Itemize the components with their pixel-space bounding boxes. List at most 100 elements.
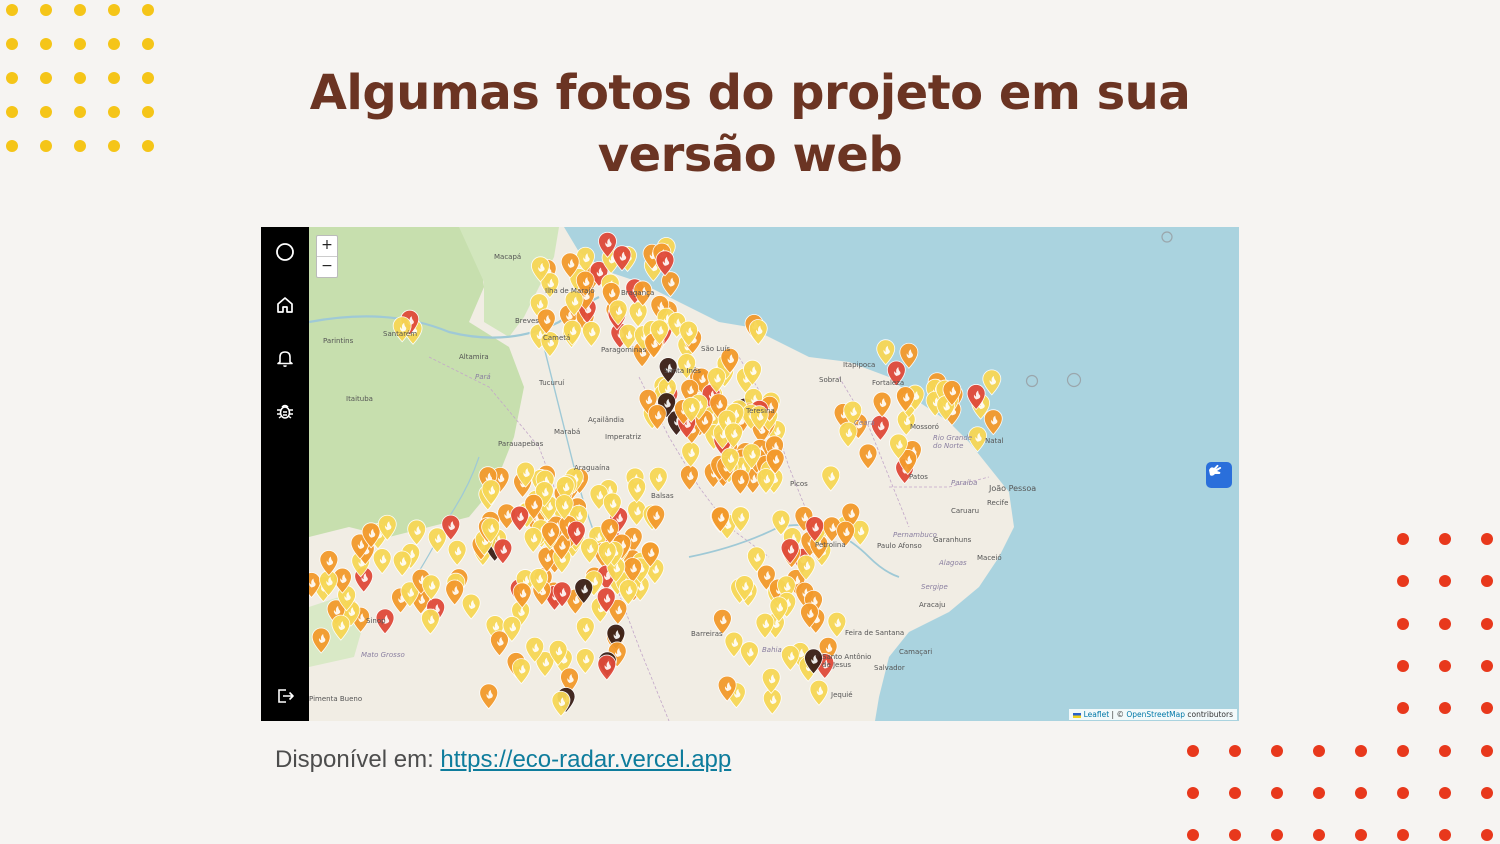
decorative-dot bbox=[142, 72, 154, 84]
place-label: Paragominas bbox=[601, 346, 647, 354]
decorative-dot bbox=[1313, 829, 1325, 842]
decorative-dot bbox=[1481, 786, 1493, 799]
decorative-dot bbox=[1271, 829, 1283, 842]
decorative-dot bbox=[40, 72, 52, 84]
decorative-dot bbox=[1229, 744, 1241, 757]
decorative-dot bbox=[1439, 533, 1451, 545]
decorative-dot bbox=[1439, 702, 1451, 715]
footer-label: Disponível em: bbox=[275, 746, 434, 773]
place-label: Pará bbox=[475, 373, 491, 381]
decorative-dot bbox=[1481, 533, 1493, 545]
decorative-dot bbox=[40, 38, 52, 50]
decorative-dot bbox=[74, 4, 86, 16]
decorative-dot bbox=[1271, 744, 1283, 757]
decorative-dot bbox=[6, 4, 18, 16]
place-label: Aracaju bbox=[919, 601, 946, 609]
decorative-dot bbox=[1229, 786, 1241, 799]
place-label: Jequié bbox=[831, 691, 853, 699]
decorative-dot bbox=[108, 72, 120, 84]
bug-icon[interactable] bbox=[274, 400, 296, 422]
decorative-dot bbox=[142, 106, 154, 118]
place-label: Mossoró bbox=[910, 423, 939, 431]
decorative-dot bbox=[1187, 744, 1199, 757]
place-label: Rio Grande do Norte bbox=[933, 434, 973, 450]
osm-link[interactable]: OpenStreetMap bbox=[1126, 710, 1185, 719]
decorative-dot bbox=[1397, 575, 1409, 588]
place-label: Açailândia bbox=[588, 416, 625, 424]
decorative-dot bbox=[1187, 829, 1199, 842]
place-label: Imperatriz bbox=[605, 433, 642, 441]
decorative-dot bbox=[1439, 575, 1451, 588]
place-label: Sinop bbox=[366, 617, 386, 625]
place-label: Balsas bbox=[651, 492, 674, 500]
slide-title: Algumas fotos do projeto em sua versão w… bbox=[309, 65, 1191, 183]
place-label: Mato Grosso bbox=[361, 651, 405, 659]
place-label: Ceará bbox=[854, 419, 875, 427]
place-label: Garanhuns bbox=[933, 536, 972, 544]
place-label: Picos bbox=[790, 480, 808, 488]
decorative-dot bbox=[108, 4, 120, 16]
decorative-dot bbox=[142, 140, 154, 152]
place-label: Sobral bbox=[819, 376, 842, 384]
decorative-dot bbox=[1271, 786, 1283, 799]
place-label: Itapipoca bbox=[843, 361, 876, 369]
app-screenshot: Macapá Ilha de Marajó Bragança Breves Sa… bbox=[261, 227, 1239, 721]
place-label: Paulo Afonso bbox=[877, 542, 922, 550]
decorative-dot bbox=[1397, 533, 1409, 545]
sidebar bbox=[261, 227, 309, 721]
decorative-dot bbox=[1355, 829, 1367, 842]
decorative-dot bbox=[74, 72, 86, 84]
place-label: Camaçari bbox=[899, 648, 933, 656]
place-label: Petrolina bbox=[815, 541, 846, 549]
place-label: Cametá bbox=[543, 334, 571, 342]
place-label: Parintins bbox=[323, 337, 354, 345]
decorative-dot bbox=[1481, 744, 1493, 757]
ukraine-flag-icon bbox=[1073, 712, 1082, 718]
decorative-dot bbox=[142, 4, 154, 16]
zoom-in-button[interactable]: + bbox=[317, 236, 337, 256]
place-label: Itaituba bbox=[346, 395, 373, 403]
decorative-dot bbox=[1481, 702, 1493, 715]
place-label: Barreiras bbox=[691, 630, 723, 638]
leaflet-link[interactable]: Leaflet bbox=[1084, 710, 1110, 719]
decorative-dot bbox=[1481, 575, 1493, 588]
sign-language-icon bbox=[1209, 464, 1222, 476]
bell-icon[interactable] bbox=[274, 347, 296, 369]
decorative-dot bbox=[1481, 617, 1493, 630]
decorative-dot bbox=[40, 140, 52, 152]
decorative-dot bbox=[1397, 744, 1409, 757]
place-label: Feira de Santana bbox=[845, 629, 905, 637]
attribution-contributors: contributors bbox=[1185, 710, 1233, 719]
decorative-dot bbox=[1355, 744, 1367, 757]
decorative-dot bbox=[1439, 829, 1451, 842]
place-label: Pimenta Bueno bbox=[309, 695, 363, 703]
project-link[interactable]: https://eco-radar.vercel.app bbox=[440, 746, 731, 773]
place-label: Teresina bbox=[746, 407, 775, 415]
place-label: Santo Antônio de Jesus bbox=[822, 653, 872, 669]
circle-icon[interactable] bbox=[274, 241, 296, 263]
place-label: Pernambuco bbox=[893, 531, 937, 539]
decorative-dot bbox=[1187, 786, 1199, 799]
place-label: Breves bbox=[515, 317, 539, 325]
decorative-dot bbox=[1481, 659, 1493, 672]
place-label: Patos bbox=[909, 473, 928, 481]
decorative-dot bbox=[108, 38, 120, 50]
place-label: Araguaína bbox=[574, 464, 610, 472]
decorative-dot bbox=[6, 38, 18, 50]
logout-icon[interactable] bbox=[274, 685, 296, 707]
map-attribution: Leaflet | © OpenStreetMap contributors bbox=[1069, 709, 1237, 720]
decorative-dot bbox=[1439, 744, 1451, 757]
decorative-dot bbox=[6, 140, 18, 152]
home-icon[interactable] bbox=[274, 294, 296, 316]
place-label: Tucuruí bbox=[539, 379, 565, 387]
place-label: Fortaleza bbox=[872, 379, 905, 387]
decorative-dot bbox=[6, 106, 18, 118]
place-label: Macapá bbox=[494, 253, 522, 261]
place-label: Caruaru bbox=[951, 507, 980, 515]
decorative-dot bbox=[1481, 829, 1493, 842]
place-label: Altamira bbox=[459, 353, 489, 361]
accessibility-button[interactable] bbox=[1206, 462, 1232, 488]
zoom-out-button[interactable]: − bbox=[317, 256, 337, 277]
map-view[interactable]: Macapá Ilha de Marajó Bragança Breves Sa… bbox=[309, 227, 1239, 721]
decorative-dot bbox=[1439, 786, 1451, 799]
